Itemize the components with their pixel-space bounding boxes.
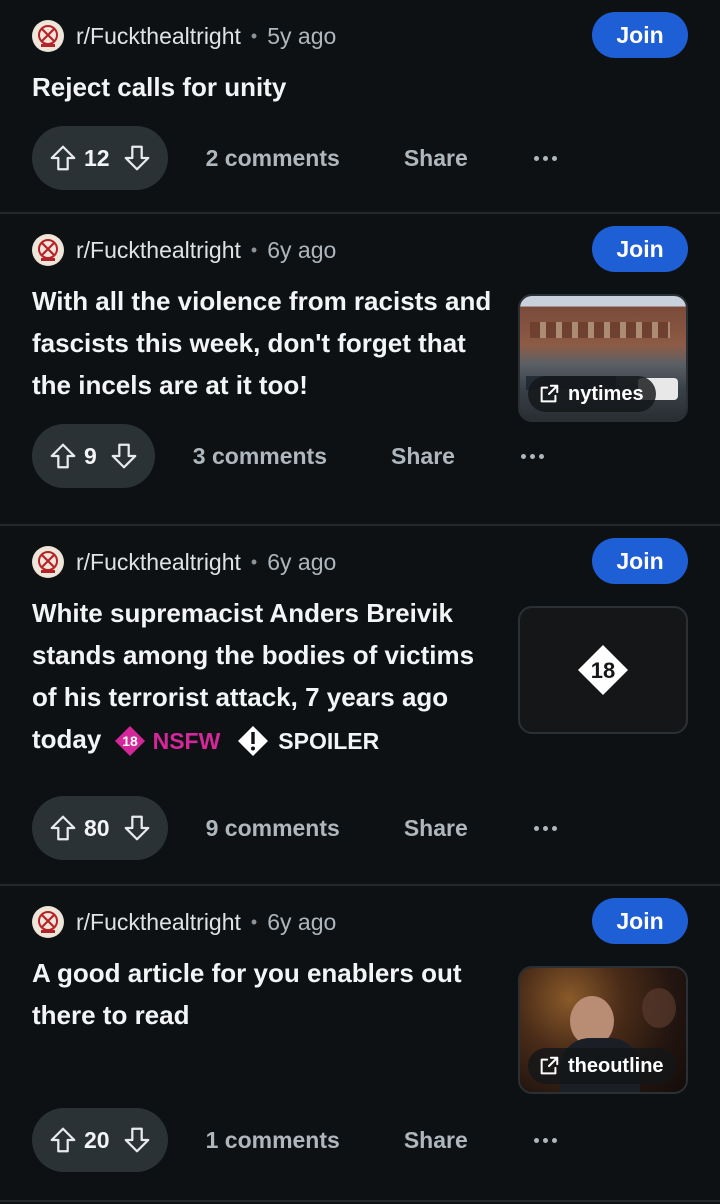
separator-dot: • xyxy=(250,25,258,46)
downvote-icon[interactable] xyxy=(109,441,139,471)
vote-score: 80 xyxy=(84,814,110,841)
share-button[interactable]: Share xyxy=(404,1127,468,1154)
join-button[interactable]: Join xyxy=(592,226,688,272)
post-age: 5y ago xyxy=(267,22,337,49)
link-domain-pill: theoutline xyxy=(528,1048,676,1084)
join-button[interactable]: Join xyxy=(592,12,688,58)
comments-button[interactable]: 2 comments xyxy=(206,145,340,172)
link-domain: theoutline xyxy=(568,1054,664,1077)
nsfw-label: NSFW xyxy=(152,728,221,755)
post-title[interactable]: A good article for you enablers out ther… xyxy=(32,952,502,1036)
vote-score: 20 xyxy=(84,1126,110,1153)
post-age: 6y ago xyxy=(267,236,337,263)
spoiler-label: SPOILER xyxy=(278,728,380,755)
svg-text:18: 18 xyxy=(122,733,138,749)
post-meta: r/Fuckthealtright • 5y ago xyxy=(32,18,336,54)
post-actions: 9 3 comments Share xyxy=(32,424,546,488)
external-link-icon xyxy=(538,1055,560,1077)
link-thumbnail[interactable]: theoutline xyxy=(518,966,688,1094)
subreddit-name[interactable]: r/Fuckthealtright xyxy=(76,237,241,264)
external-link-icon xyxy=(538,383,560,405)
vote-score: 12 xyxy=(84,144,110,171)
upvote-icon[interactable] xyxy=(48,143,78,173)
upvote-icon[interactable] xyxy=(48,441,78,471)
separator-dot: • xyxy=(250,239,258,260)
separator-dot: • xyxy=(250,551,258,572)
subreddit-avatar-icon[interactable] xyxy=(32,234,64,266)
vote-pill: 20 xyxy=(32,1108,168,1172)
comments-button[interactable]: 9 comments xyxy=(206,815,340,842)
more-options-icon[interactable] xyxy=(532,825,559,831)
spoiler-icon xyxy=(238,726,269,757)
subreddit-name[interactable]: r/Fuckthealtright xyxy=(76,549,241,576)
post-meta: r/Fuckthealtright • 6y ago xyxy=(32,232,336,268)
more-options-icon[interactable] xyxy=(532,1137,559,1143)
join-button[interactable]: Join xyxy=(592,898,688,944)
subreddit-avatar-icon[interactable] xyxy=(32,906,64,938)
subreddit-name[interactable]: r/Fuckthealtright xyxy=(76,23,241,50)
vote-pill: 80 xyxy=(32,796,168,860)
link-domain-pill: nytimes xyxy=(528,376,656,412)
more-options-icon[interactable] xyxy=(519,453,546,459)
subreddit-avatar-icon[interactable] xyxy=(32,20,64,52)
share-button[interactable]: Share xyxy=(391,443,455,470)
post-card[interactable]: r/Fuckthealtright • 6y ago Join With all… xyxy=(0,214,720,526)
join-button[interactable]: Join xyxy=(592,538,688,584)
post-title-block[interactable]: White supremacist Anders Breivik stands … xyxy=(32,592,502,762)
vote-pill: 12 xyxy=(32,126,168,190)
vote-pill: 9 xyxy=(32,424,155,488)
subreddit-name[interactable]: r/Fuckthealtright xyxy=(76,909,241,936)
more-options-icon[interactable] xyxy=(532,155,559,161)
post-title[interactable]: With all the violence from racists and f… xyxy=(32,280,502,406)
post-card[interactable]: r/Fuckthealtright • 6y ago Join A good a… xyxy=(0,886,720,1202)
post-card[interactable]: r/Fuckthealtright • 6y ago Join White su… xyxy=(0,526,720,886)
post-meta: r/Fuckthealtright • 6y ago xyxy=(32,544,336,580)
downvote-icon[interactable] xyxy=(122,1125,152,1155)
post-actions: 80 9 comments Share xyxy=(32,796,559,860)
post-actions: 20 1 comments Share xyxy=(32,1108,559,1172)
comments-button[interactable]: 1 comments xyxy=(206,1127,340,1154)
svg-text:18: 18 xyxy=(591,658,615,683)
downvote-icon[interactable] xyxy=(122,143,152,173)
post-flags: 18 NSFW SPOILER xyxy=(109,720,380,762)
nsfw-18-icon: 18 xyxy=(114,726,145,757)
downvote-icon[interactable] xyxy=(122,813,152,843)
link-thumbnail[interactable]: nytimes xyxy=(518,294,688,422)
share-button[interactable]: Share xyxy=(404,145,468,172)
post-card[interactable]: r/Fuckthealtright • 5y ago Join Reject c… xyxy=(0,0,720,214)
post-title[interactable]: Reject calls for unity xyxy=(32,66,672,108)
post-age: 6y ago xyxy=(267,548,337,575)
comments-button[interactable]: 3 comments xyxy=(193,443,327,470)
upvote-icon[interactable] xyxy=(48,813,78,843)
separator-dot: • xyxy=(250,911,258,932)
upvote-icon[interactable] xyxy=(48,1125,78,1155)
share-button[interactable]: Share xyxy=(404,815,468,842)
subreddit-avatar-icon[interactable] xyxy=(32,546,64,578)
post-actions: 12 2 comments Share xyxy=(32,126,559,190)
vote-score: 9 xyxy=(84,442,97,469)
post-age: 6y ago xyxy=(267,908,337,935)
nsfw-18-icon: 18 xyxy=(578,645,628,695)
post-meta: r/Fuckthealtright • 6y ago xyxy=(32,904,336,940)
nsfw-thumbnail[interactable]: 18 xyxy=(518,606,688,734)
link-domain: nytimes xyxy=(568,382,644,405)
